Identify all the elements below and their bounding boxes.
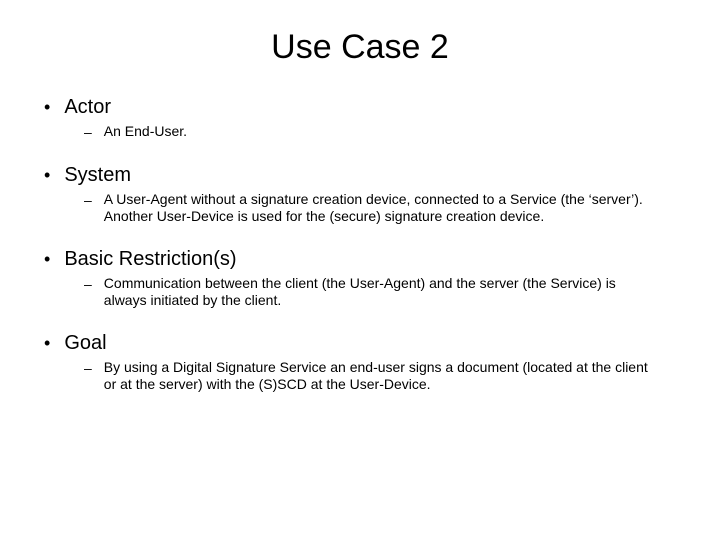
bullet-level2: – Communication between the client (the … — [84, 275, 680, 309]
item-heading: Basic Restriction(s) — [64, 247, 236, 271]
bullet-dash-icon: – — [84, 191, 92, 209]
bullet-dash-icon: – — [84, 123, 92, 141]
bullet-dot-icon: • — [44, 95, 50, 119]
item-heading: Goal — [64, 331, 106, 355]
item-body: By using a Digital Signature Service an … — [104, 359, 652, 393]
item-system: • System – A User-Agent without a signat… — [40, 163, 680, 225]
bullet-dot-icon: • — [44, 331, 50, 355]
bullet-level1: • Basic Restriction(s) — [44, 247, 680, 271]
bullet-dot-icon: • — [44, 163, 50, 187]
item-body: A User-Agent without a signature creatio… — [104, 191, 652, 225]
item-heading: Actor — [64, 95, 111, 119]
bullet-level1: • System — [44, 163, 680, 187]
bullet-dash-icon: – — [84, 359, 92, 377]
item-basic-restrictions: • Basic Restriction(s) – Communication b… — [40, 247, 680, 309]
bullet-level2: – By using a Digital Signature Service a… — [84, 359, 680, 393]
bullet-level1: • Actor — [44, 95, 680, 119]
bullet-level1: • Goal — [44, 331, 680, 355]
item-goal: • Goal – By using a Digital Signature Se… — [40, 331, 680, 393]
bullet-level2: – An End-User. — [84, 123, 680, 141]
bullet-dash-icon: – — [84, 275, 92, 293]
bullet-level2: – A User-Agent without a signature creat… — [84, 191, 680, 225]
item-body: Communication between the client (the Us… — [104, 275, 652, 309]
bullet-dot-icon: • — [44, 247, 50, 271]
slide-title: Use Case 2 — [40, 28, 680, 67]
item-heading: System — [64, 163, 131, 187]
item-actor: • Actor – An End-User. — [40, 95, 680, 141]
item-body: An End-User. — [104, 123, 187, 140]
